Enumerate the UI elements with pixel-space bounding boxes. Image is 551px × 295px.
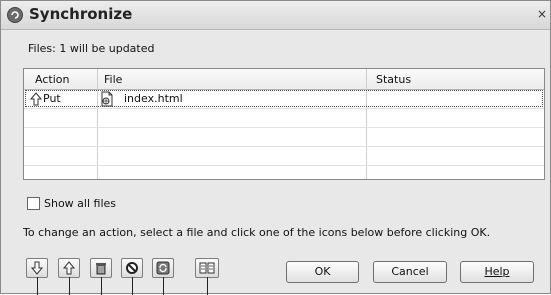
dialog-title: Synchronize	[29, 5, 133, 23]
instructions-text: To change an action, select a file and c…	[23, 226, 491, 239]
delete-icon	[96, 263, 106, 275]
help-button[interactable]: Help	[460, 261, 534, 283]
delete-button[interactable]	[90, 258, 112, 278]
up-arrow-icon	[30, 92, 42, 106]
files-summary: Files: 1 will be updated	[28, 42, 155, 55]
callout-line	[69, 277, 70, 295]
grid-line	[24, 127, 544, 128]
show-all-files-checkbox[interactable]	[27, 197, 40, 210]
callout-line	[163, 277, 164, 295]
callout-line	[207, 277, 208, 295]
grid-line	[24, 108, 544, 109]
file-table: Action File Status Put index.html	[23, 68, 545, 180]
dreamweaver-icon	[7, 7, 23, 23]
synchronized-icon	[156, 261, 170, 275]
grid-line	[366, 69, 367, 179]
row-action: Put	[43, 92, 61, 105]
column-header-status[interactable]: Status	[376, 73, 411, 86]
close-icon[interactable]: ×	[536, 7, 548, 21]
callout-line	[132, 277, 133, 295]
ignore-icon	[126, 262, 138, 274]
get-icon	[30, 261, 44, 275]
synchronized-button[interactable]	[152, 258, 174, 278]
grid-line	[97, 69, 98, 179]
cancel-button[interactable]: Cancel	[373, 261, 447, 283]
title-bar: Synchronize ×	[1, 1, 550, 30]
html-file-icon	[101, 91, 113, 107]
synchronize-dialog: Synchronize × Files: 1 will be updated A…	[0, 0, 551, 295]
put-button[interactable]	[58, 258, 80, 278]
callout-line	[37, 277, 38, 295]
row-file-name: index.html	[124, 92, 183, 105]
column-header-action[interactable]: Action	[35, 73, 69, 86]
column-header-file[interactable]: File	[104, 73, 122, 86]
get-button[interactable]	[26, 258, 48, 278]
table-header: Action File Status	[24, 69, 544, 90]
ignore-button[interactable]	[121, 258, 143, 278]
put-icon	[62, 261, 76, 275]
callout-line	[101, 277, 102, 295]
ok-button[interactable]: OK	[286, 261, 359, 283]
grid-line	[24, 165, 544, 166]
show-all-files-label[interactable]: Show all files	[44, 197, 116, 210]
compare-icon	[199, 262, 215, 274]
compare-button[interactable]	[195, 258, 219, 278]
grid-line	[24, 146, 544, 147]
table-row[interactable]: Put index.html	[25, 90, 543, 107]
